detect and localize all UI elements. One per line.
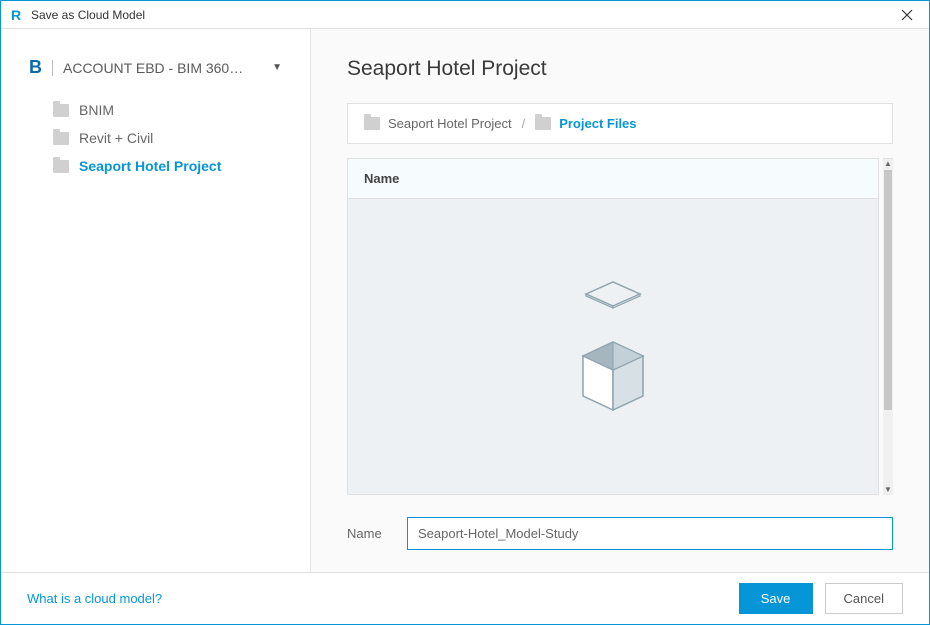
main-panel: Seaport Hotel Project Seaport Hotel Proj… xyxy=(311,29,929,572)
sidebar-item-seaport-hotel[interactable]: Seaport Hotel Project xyxy=(49,152,290,180)
breadcrumb-item-project-files[interactable]: Project Files xyxy=(535,116,636,131)
sidebar-item-bnim[interactable]: BNIM xyxy=(49,96,290,124)
window-title: Save as Cloud Model xyxy=(31,8,895,22)
sidebar-item-label: Revit + Civil xyxy=(79,130,153,146)
folder-icon xyxy=(53,132,69,145)
cancel-button[interactable]: Cancel xyxy=(825,583,903,614)
caret-down-icon: ▼ xyxy=(272,62,282,73)
name-input-row: Name xyxy=(347,513,893,558)
breadcrumb-label: Project Files xyxy=(559,116,636,131)
titlebar: R Save as Cloud Model xyxy=(1,1,929,29)
breadcrumb-label: Seaport Hotel Project xyxy=(388,116,512,131)
empty-folder-illustration xyxy=(348,199,878,494)
name-label: Name xyxy=(347,526,387,541)
revit-app-icon: R xyxy=(11,8,25,22)
page-title: Seaport Hotel Project xyxy=(347,57,893,81)
breadcrumb-separator: / xyxy=(522,116,526,131)
model-name-input[interactable] xyxy=(407,517,893,550)
save-cloud-model-dialog: R Save as Cloud Model B ACCOUNT EBD - BI… xyxy=(0,0,930,625)
close-button[interactable] xyxy=(895,3,919,27)
folder-icon xyxy=(53,104,69,117)
vertical-scrollbar[interactable]: ▲ ▼ xyxy=(883,158,893,495)
column-header-name[interactable]: Name xyxy=(348,159,878,199)
account-name: ACCOUNT EBD - BIM 360… xyxy=(63,60,262,76)
account-selector[interactable]: B ACCOUNT EBD - BIM 360… ▼ xyxy=(21,53,290,82)
box-lid-icon xyxy=(574,276,652,310)
bim360-logo-icon: B xyxy=(29,57,42,78)
sidebar: B ACCOUNT EBD - BIM 360… ▼ BNIM Revit + … xyxy=(1,29,311,572)
file-list-area: Name xyxy=(347,158,879,495)
help-link-cloud-model[interactable]: What is a cloud model? xyxy=(27,591,727,606)
separator xyxy=(52,60,53,76)
breadcrumb-item-project[interactable]: Seaport Hotel Project xyxy=(364,116,512,131)
scroll-thumb[interactable] xyxy=(884,170,892,410)
file-list-wrap: Name xyxy=(347,158,893,495)
project-tree: BNIM Revit + Civil Seaport Hotel Project xyxy=(21,96,290,180)
sidebar-item-revit-civil[interactable]: Revit + Civil xyxy=(49,124,290,152)
scroll-up-icon[interactable]: ▲ xyxy=(884,159,892,169)
folder-icon xyxy=(53,160,69,173)
scroll-down-icon[interactable]: ▼ xyxy=(884,485,892,495)
sidebar-item-label: BNIM xyxy=(79,102,114,118)
breadcrumb: Seaport Hotel Project / Project Files xyxy=(347,103,893,144)
folder-icon xyxy=(535,117,551,130)
dialog-footer: What is a cloud model? Save Cancel xyxy=(1,572,929,624)
sidebar-item-label: Seaport Hotel Project xyxy=(79,158,221,174)
folder-icon xyxy=(364,117,380,130)
dialog-content: B ACCOUNT EBD - BIM 360… ▼ BNIM Revit + … xyxy=(1,29,929,572)
open-box-icon xyxy=(563,328,663,418)
save-button[interactable]: Save xyxy=(739,583,813,614)
close-icon xyxy=(901,9,913,21)
